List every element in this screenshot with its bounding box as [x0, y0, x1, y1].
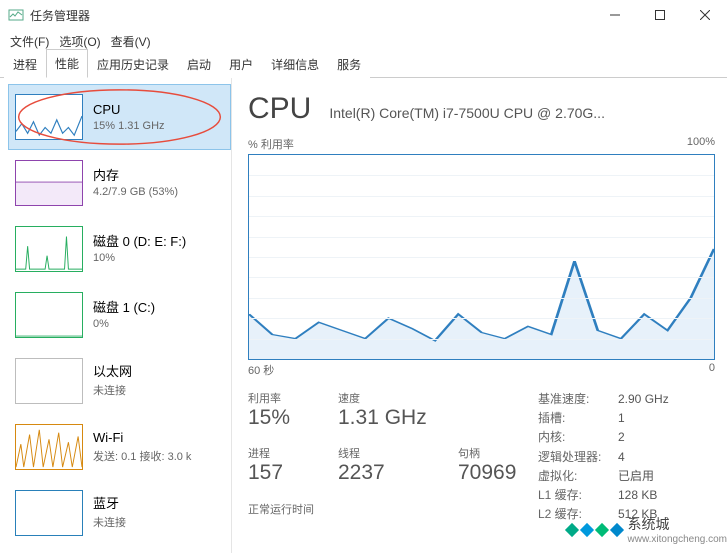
disk0-thumb	[15, 226, 83, 272]
thread-value: 2237	[338, 461, 458, 485]
sidebar-item-bluetooth[interactable]: 蓝牙 未连接	[8, 480, 231, 546]
base-speed-value: 2.90 GHz	[618, 390, 669, 409]
sidebar-item-memory[interactable]: 内存 4.2/7.9 GB (53%)	[8, 150, 231, 216]
virt-label: 虚拟化:	[538, 467, 618, 486]
tab-strip: 进程 性能 应用历史记录 启动 用户 详细信息 服务	[0, 52, 727, 78]
sidebar-item-label: 磁盘 1 (C:)	[93, 300, 155, 317]
sidebar-item-ethernet[interactable]: 以太网 未连接	[8, 348, 231, 414]
wifi-thumb	[15, 424, 83, 470]
cores-label: 内核:	[538, 428, 618, 447]
l1-label: L1 缓存:	[538, 486, 618, 505]
sidebar-item-sub: 0%	[93, 318, 155, 330]
virt-value: 已启用	[618, 467, 654, 486]
maximize-button[interactable]	[637, 0, 682, 30]
proc-label: 进程	[248, 445, 338, 461]
sidebar-item-disk0[interactable]: 磁盘 0 (D: E: F:) 10%	[8, 216, 231, 282]
sidebar-item-cpu[interactable]: CPU 15% 1.31 GHz	[8, 84, 231, 150]
chart-label-bottom-right: 0	[709, 362, 715, 378]
sockets-label: 插槽:	[538, 409, 618, 428]
tab-users[interactable]: 用户	[220, 50, 262, 78]
l1-value: 128 KB	[618, 486, 657, 505]
sidebar-item-label: CPU	[93, 102, 165, 119]
cpu-model: Intel(R) Core(TM) i7-7500U CPU @ 2.70G..…	[329, 105, 605, 121]
util-value: 15%	[248, 406, 338, 430]
proc-value: 157	[248, 461, 338, 485]
detail-panel: CPU Intel(R) Core(TM) i7-7500U CPU @ 2.7…	[232, 78, 727, 553]
titlebar: 任务管理器	[0, 0, 727, 30]
sockets-value: 1	[618, 409, 625, 428]
watermark-url: www.xitongcheng.com	[628, 534, 727, 545]
tab-performance[interactable]: 性能	[46, 49, 88, 78]
util-label: 利用率	[248, 390, 338, 406]
cores-value: 2	[618, 428, 625, 447]
sidebar-item-sub: 未连接	[93, 514, 126, 530]
sidebar-item-sub: 4.2/7.9 GB (53%)	[93, 186, 178, 198]
speed-label: 速度	[338, 390, 458, 406]
chart-label-top-left: % 利用率	[248, 136, 294, 152]
tab-services[interactable]: 服务	[328, 50, 370, 78]
uptime-label: 正常运行时间	[248, 501, 538, 517]
minimize-button[interactable]	[592, 0, 637, 30]
sidebar-item-label: 蓝牙	[93, 496, 126, 513]
tab-startup[interactable]: 启动	[178, 50, 220, 78]
chart-label-top-right: 100%	[687, 136, 715, 152]
sidebar-item-label: 磁盘 0 (D: E: F:)	[93, 234, 186, 251]
sidebar-item-wifi[interactable]: Wi-Fi 发送: 0.1 接收: 3.0 k	[8, 414, 231, 480]
memory-thumb	[15, 160, 83, 206]
tab-details[interactable]: 详细信息	[262, 50, 328, 78]
close-button[interactable]	[682, 0, 727, 30]
sidebar-item-label: Wi-Fi	[93, 430, 191, 447]
chart-label-bottom-left: 60 秒	[248, 362, 274, 378]
watermark: 系统城 www.xitongcheng.com	[565, 514, 727, 545]
sidebar-item-sub: 10%	[93, 252, 186, 264]
sidebar: CPU 15% 1.31 GHz 内存 4.2/7.9 GB (53%) 磁盘 …	[0, 78, 232, 553]
menubar: 文件(F) 选项(O) 查看(V)	[0, 30, 727, 52]
bluetooth-thumb	[15, 490, 83, 536]
sidebar-item-sub: 15% 1.31 GHz	[93, 120, 165, 132]
ethernet-thumb	[15, 358, 83, 404]
sidebar-item-label: 以太网	[93, 364, 132, 381]
base-speed-label: 基准速度:	[538, 390, 618, 409]
sidebar-item-sub: 发送: 0.1 接收: 3.0 k	[93, 448, 191, 464]
disk1-thumb	[15, 292, 83, 338]
sidebar-item-label: 内存	[93, 168, 178, 185]
app-icon	[8, 7, 24, 23]
watermark-brand: 系统城	[628, 514, 727, 534]
handle-value: 70969	[458, 461, 538, 485]
sidebar-item-sub: 未连接	[93, 382, 132, 398]
cpu-thumb	[15, 94, 83, 140]
speed-value: 1.31 GHz	[338, 406, 458, 430]
tab-app-history[interactable]: 应用历史记录	[88, 50, 178, 78]
logical-value: 4	[618, 448, 625, 467]
cpu-chart	[248, 154, 715, 360]
sidebar-item-disk1[interactable]: 磁盘 1 (C:) 0%	[8, 282, 231, 348]
menu-view[interactable]: 查看(V)	[107, 31, 155, 52]
thread-label: 线程	[338, 445, 458, 461]
watermark-logo-icon	[565, 523, 624, 537]
logical-label: 逻辑处理器:	[538, 448, 618, 467]
tab-processes[interactable]: 进程	[4, 50, 46, 78]
handle-label: 句柄	[458, 445, 538, 461]
window-title: 任务管理器	[30, 7, 90, 24]
detail-title: CPU	[248, 92, 311, 126]
